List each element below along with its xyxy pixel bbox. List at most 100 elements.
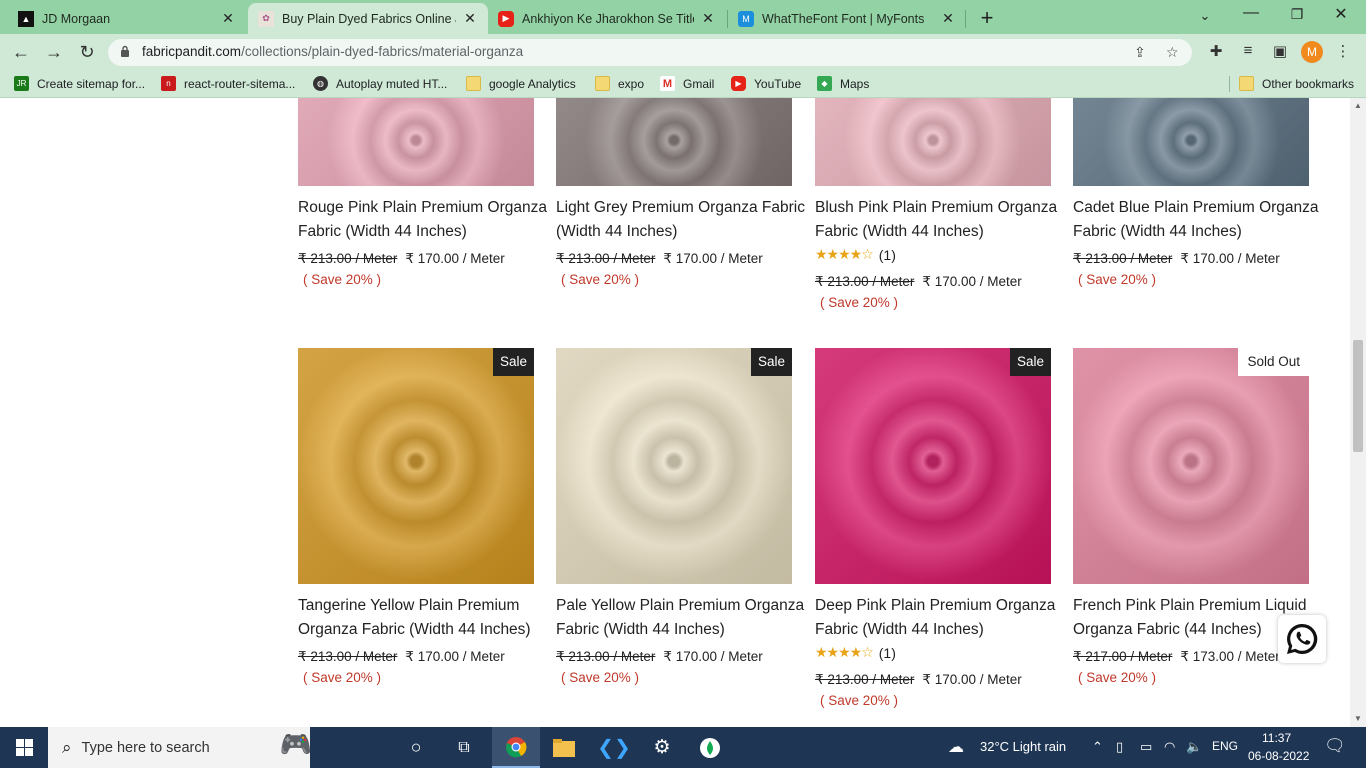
close-tab-icon[interactable]: ✕ — [220, 10, 236, 27]
bookmark-item[interactable]: ▶ YouTube — [731, 76, 801, 91]
product-title[interactable]: Light Grey Premium Organza Fabric (Width… — [556, 196, 806, 244]
product-image[interactable] — [1073, 98, 1309, 186]
tab-youtube-video[interactable]: ▶ Ankhiyon Ke Jharokhon Se Title S ✕ — [488, 3, 726, 34]
bookmark-item[interactable]: M Gmail — [660, 76, 714, 91]
product-price: ₹ 213.00 / Meter ₹ 170.00 / Meter — [556, 251, 763, 267]
share-icon[interactable]: ⇪ — [1134, 44, 1146, 61]
product-image[interactable] — [556, 98, 792, 186]
clock-time[interactable]: 11:37 — [1262, 731, 1291, 745]
tab-separator — [965, 10, 966, 28]
product-rating[interactable]: ★★★★☆ (1) — [815, 644, 896, 661]
notification-icon[interactable]: 🗨 — [1324, 736, 1346, 756]
bookmark-star-icon[interactable]: ☆ — [1166, 44, 1179, 61]
bookmark-item[interactable]: expo — [595, 76, 644, 91]
back-arrow-icon[interactable]: ← — [10, 41, 32, 63]
product-price: ₹ 213.00 / Meter ₹ 170.00 / Meter — [556, 649, 763, 665]
reload-icon[interactable]: ↻ — [76, 41, 98, 63]
other-bookmarks[interactable]: Other bookmarks — [1239, 76, 1354, 91]
sitemap-favicon-icon: JR — [14, 76, 29, 91]
minimize-icon[interactable]: — — [1236, 4, 1266, 22]
browser-toolbar: ← → ↻ fabricpandit.com/collections/plain… — [0, 34, 1366, 70]
volume-icon[interactable]: 🔈 — [1186, 739, 1202, 755]
taskbar-search-box[interactable]: ⌕ Type here to search 🎮 — [48, 727, 312, 768]
tab-whatthefont[interactable]: M WhatTheFont Font | MyFonts ✕ — [728, 3, 966, 34]
close-tab-icon[interactable]: ✕ — [940, 10, 956, 27]
close-tab-icon[interactable]: ✕ — [462, 10, 478, 27]
bookmark-label: Gmail — [683, 76, 715, 91]
product-price: ₹ 213.00 / Meter ₹ 170.00 / Meter — [298, 251, 505, 267]
product-title[interactable]: Rouge Pink Plain Premium Organza Fabric … — [298, 196, 548, 244]
sale-badge: Sale — [750, 348, 792, 376]
product-image[interactable]: Sale — [815, 348, 1051, 584]
save-percent: ( Save 20% ) — [561, 272, 640, 287]
save-percent: ( Save 20% ) — [561, 670, 640, 685]
file-explorer-icon[interactable] — [542, 727, 586, 768]
battery-icon[interactable]: ▭ — [1140, 739, 1152, 755]
new-tab-plus-icon[interactable]: + — [976, 5, 998, 31]
scroll-up-arrow-icon[interactable]: ▲ — [1353, 101, 1363, 110]
folder-icon — [595, 76, 610, 91]
tab-search-chevron-icon[interactable]: ⌄ — [1190, 8, 1220, 24]
tab-jd-morgaan[interactable]: ▲ JD Morgaan ✕ — [8, 3, 246, 34]
fabric-pandit-favicon-icon: ✿ — [258, 10, 274, 27]
profile-avatar[interactable]: M — [1301, 41, 1323, 63]
mongodb-icon[interactable] — [688, 727, 732, 768]
language-indicator[interactable]: ENG — [1212, 739, 1238, 753]
product-rating[interactable]: ★★★★☆ (1) — [815, 246, 896, 263]
forward-arrow-icon[interactable]: → — [43, 41, 65, 63]
compare-price: ₹ 213.00 / Meter — [298, 649, 398, 664]
tab-title: Ankhiyon Ke Jharokhon Se Title S — [522, 11, 694, 26]
product-price: ₹ 213.00 / Meter ₹ 170.00 / Meter — [815, 672, 1022, 688]
start-windows-icon[interactable] — [0, 727, 48, 768]
url-text: fabricpandit.com/collections/plain-dyed-… — [142, 44, 524, 59]
weather-text[interactable]: 32°C Light rain — [980, 739, 1066, 754]
product-title[interactable]: Blush Pink Plain Premium Organza Fabric … — [815, 196, 1065, 244]
tray-chevron-icon[interactable]: ⌃ — [1092, 739, 1103, 755]
bookmark-item[interactable]: n react-router-sitema... — [161, 76, 295, 91]
product-image[interactable]: Sale — [298, 348, 534, 584]
bookmark-label: Other bookmarks — [1262, 76, 1355, 91]
lock-icon[interactable] — [120, 45, 130, 57]
product-image[interactable] — [815, 98, 1051, 186]
product-title[interactable]: Tangerine Yellow Plain Premium Organza F… — [298, 594, 548, 642]
cortana-circle-icon[interactable]: ○ — [396, 727, 436, 768]
restore-icon[interactable]: ❐ — [1282, 6, 1312, 23]
scroll-down-arrow-icon[interactable]: ▼ — [1353, 714, 1363, 723]
weather-cloud-icon[interactable]: ☁ — [948, 737, 964, 757]
close-window-icon[interactable]: ✕ — [1326, 4, 1356, 24]
product-title[interactable]: Pale Yellow Plain Premium Organza Fabric… — [556, 594, 806, 642]
side-panel-icon[interactable]: ▣ — [1270, 42, 1290, 60]
media-controls-icon[interactable]: ≡ — [1238, 42, 1258, 59]
page-scrollbar[interactable]: ▲ ▼ — [1350, 98, 1366, 727]
bookmark-item[interactable]: JR Create sitemap for... — [14, 76, 145, 91]
product-title[interactable]: Cadet Blue Plain Premium Organza Fabric … — [1073, 196, 1323, 244]
chrome-taskbar-icon[interactable] — [492, 727, 540, 768]
sale-price: ₹ 170.00 / Meter — [922, 672, 1022, 687]
product-image[interactable] — [298, 98, 534, 186]
tab-fabric-pandit[interactable]: ✿ Buy Plain Dyed Fabrics Online at ✕ — [248, 3, 488, 34]
scroll-thumb[interactable] — [1353, 340, 1363, 452]
product-image[interactable]: Sale — [556, 348, 792, 584]
bookmark-item[interactable]: ◆ Maps — [817, 76, 869, 91]
vscode-icon[interactable]: ❮❯ — [592, 727, 636, 768]
sale-price: ₹ 170.00 / Meter — [922, 274, 1022, 289]
sale-price: ₹ 170.00 / Meter — [663, 251, 763, 266]
extensions-puzzle-icon[interactable]: ✚ — [1206, 42, 1226, 60]
product-image[interactable]: Sold Out — [1073, 348, 1309, 584]
sale-price: ₹ 170.00 / Meter — [405, 251, 505, 266]
settings-gear-icon[interactable]: ⚙ — [640, 727, 684, 768]
address-bar[interactable]: fabricpandit.com/collections/plain-dyed-… — [108, 39, 1192, 66]
product-title[interactable]: Deep Pink Plain Premium Organza Fabric (… — [815, 594, 1065, 642]
clock-date[interactable]: 06-08-2022 — [1248, 749, 1309, 763]
youtube-favicon-icon: ▶ — [498, 10, 514, 27]
bookmark-label: google Analytics — [489, 76, 576, 91]
more-menu-icon[interactable]: ⋮ — [1333, 42, 1353, 60]
bookmark-item[interactable]: google Analytics — [466, 76, 576, 91]
close-tab-icon[interactable]: ✕ — [700, 10, 716, 27]
whatsapp-chat-button[interactable] — [1278, 615, 1326, 663]
task-view-icon[interactable]: ⧉ — [444, 727, 484, 768]
meet-now-icon[interactable]: ▯ — [1116, 739, 1123, 755]
sale-badge: Sale — [492, 348, 534, 376]
bookmark-item[interactable]: ◍ Autoplay muted HT... — [313, 76, 447, 91]
wifi-icon[interactable]: ◠ — [1164, 739, 1175, 755]
